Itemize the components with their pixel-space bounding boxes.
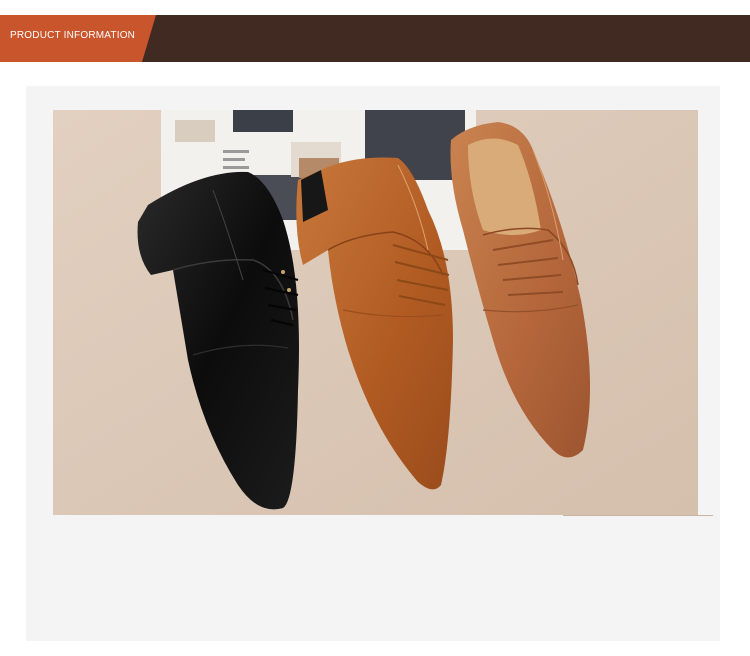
- shoes-illustration: [53, 110, 698, 515]
- section-title: PRODUCT INFORMATION: [10, 30, 136, 41]
- product-photo: [53, 110, 698, 515]
- divider-line: [563, 515, 713, 516]
